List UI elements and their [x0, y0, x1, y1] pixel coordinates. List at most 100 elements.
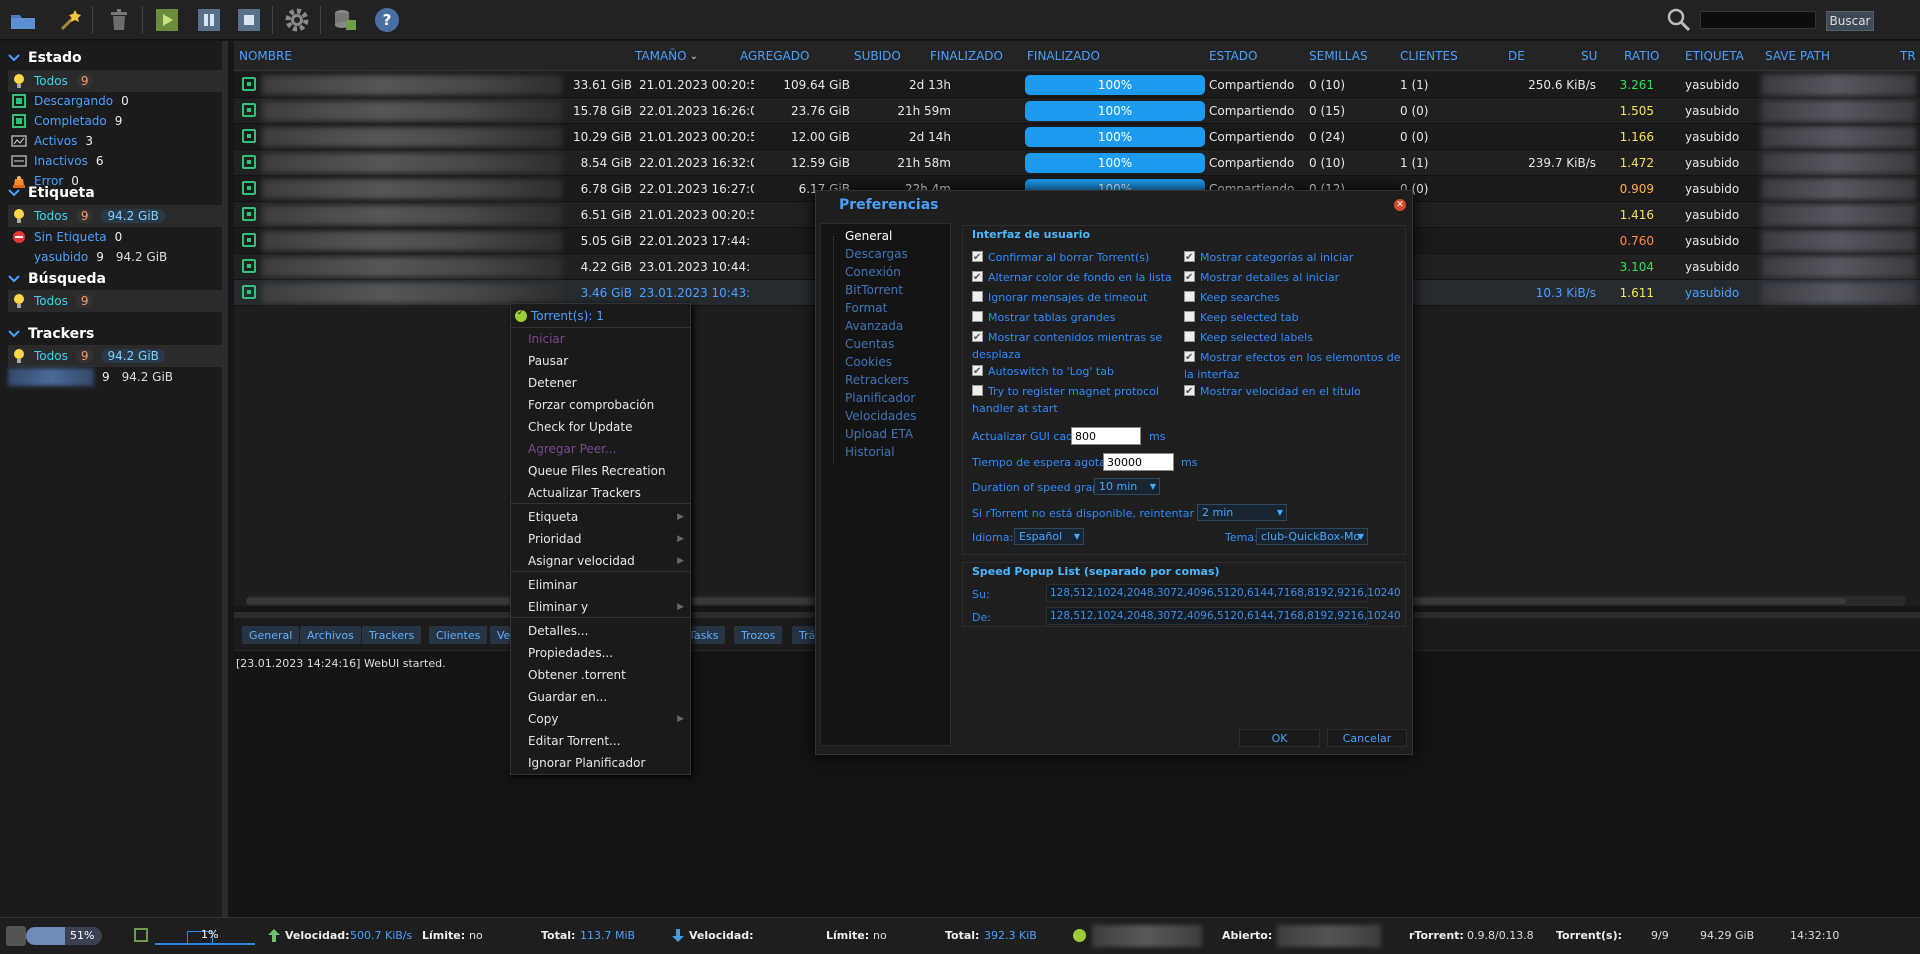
checkbox-checked[interactable]	[1184, 349, 1195, 366]
nav-descargas[interactable]: Descargas	[845, 247, 908, 261]
nav-avanzada[interactable]: Avanzada	[845, 319, 903, 333]
table-row[interactable]: 33.61 GiB 21.01.2023 00:20:59 109.64 GiB 2d…	[234, 72, 1920, 98]
menu-item-propiedades[interactable]: Propiedades...	[511, 642, 690, 664]
checkbox-checked[interactable]	[972, 363, 983, 380]
language-select[interactable]: Español ▼	[1014, 528, 1084, 545]
checkbox-unchecked[interactable]	[1184, 311, 1195, 322]
option-checkbox[interactable]: Keep searches	[1184, 289, 1404, 306]
pause-icon[interactable]	[194, 4, 224, 36]
col-nombre[interactable]: NOMBRE	[239, 41, 292, 71]
menu-item-guardar-en[interactable]: Guardar en...	[511, 686, 690, 708]
rss-plugin-icon[interactable]	[330, 4, 360, 36]
menu-item-forzar-comprobaci-n[interactable]: Forzar comprobación	[511, 394, 690, 416]
col-de[interactable]: DE	[1508, 41, 1525, 71]
search-input[interactable]	[1700, 11, 1816, 29]
section-etiqueta[interactable]: Etiqueta	[0, 181, 222, 205]
col-su[interactable]: SU	[1581, 41, 1597, 71]
filter-descargando[interactable]: Descargando 0	[8, 90, 222, 112]
help-icon[interactable]: ?	[372, 4, 402, 36]
option-checkbox[interactable]: Alternar color de fondo en la lista	[972, 269, 1172, 286]
tab-trozos[interactable]: Trozos	[734, 626, 783, 644]
menu-item-eliminar-y[interactable]: Eliminar y ▶	[511, 596, 690, 618]
retry-select[interactable]: 2 min ▼	[1197, 504, 1287, 521]
nav-planificador[interactable]: Planificador	[845, 391, 915, 405]
nav-velocidades[interactable]: Velocidades	[845, 409, 917, 423]
download-limit-value[interactable]: no	[873, 929, 887, 942]
label-sin-etiqueta[interactable]: Sin Etiqueta 0	[8, 226, 222, 248]
magic-wand-icon[interactable]	[56, 4, 86, 36]
checkbox-unchecked[interactable]	[972, 311, 983, 322]
gui-update-input[interactable]: 800	[1071, 427, 1141, 445]
cancel-button[interactable]: Cancelar	[1327, 729, 1407, 747]
checkbox-unchecked[interactable]	[972, 385, 983, 396]
menu-item-pausar[interactable]: Pausar	[511, 350, 690, 372]
nav-retrackers[interactable]: Retrackers	[845, 373, 909, 387]
option-checkbox[interactable]: Confirmar al borrar Torrent(s)	[972, 249, 1172, 266]
menu-item-ignorar-planificador[interactable]: Ignorar Planificador	[511, 752, 690, 774]
search-button[interactable]: Buscar	[1826, 11, 1874, 31]
option-checkbox[interactable]: Keep selected tab	[1184, 309, 1404, 326]
option-checkbox[interactable]: Mostrar categorías al iniciar	[1184, 249, 1404, 266]
col-save-path[interactable]: SAVE PATH	[1765, 41, 1830, 71]
close-icon[interactable]: ✕	[1394, 199, 1406, 211]
option-checkbox[interactable]: Try to register magnet protocol handler …	[972, 383, 1172, 417]
search-todos[interactable]: Todos 9	[8, 290, 222, 312]
col-agregado[interactable]: AGREGADO	[740, 41, 809, 71]
option-checkbox[interactable]: Mostrar efectos en los elemontos de la i…	[1184, 349, 1404, 383]
tab-trackers[interactable]: Trackers	[362, 626, 422, 644]
table-row[interactable]: 8.54 GiB 22.01.2023 16:32:01 12.59 GiB 21h …	[234, 150, 1920, 176]
menu-item-etiqueta[interactable]: Etiqueta ▶	[511, 506, 690, 528]
tracker-item[interactable]: 9 94.2 GiB	[8, 366, 222, 388]
option-checkbox[interactable]: Mostrar velocidad en el título	[1184, 383, 1404, 400]
checkbox-checked[interactable]	[972, 269, 983, 286]
tab-general[interactable]: General	[242, 626, 300, 644]
filter-inactivos[interactable]: Inactivos 6	[8, 150, 222, 172]
menu-item-eliminar[interactable]: Eliminar	[511, 574, 690, 596]
filter-completado[interactable]: Completado 9	[8, 110, 222, 132]
label-todos[interactable]: Todos 9 94.2 GiB	[8, 205, 222, 227]
nav-historial[interactable]: Historial	[845, 445, 895, 459]
option-checkbox[interactable]: Mostrar tablas grandes	[972, 309, 1172, 326]
nav-cookies[interactable]: Cookies	[845, 355, 892, 369]
stop-icon[interactable]	[234, 4, 264, 36]
start-icon[interactable]	[152, 4, 182, 36]
col-ratio[interactable]: RATIO	[1624, 41, 1659, 71]
down-speed-list-input[interactable]: 128,512,1024,2048,3072,4096,5120,6144,71…	[1046, 607, 1401, 625]
col-finalizado[interactable]: FINALIZADO	[930, 41, 1003, 71]
menu-item-copy[interactable]: Copy ▶	[511, 708, 690, 730]
section-estado[interactable]: Estado	[0, 46, 222, 70]
section-busqueda[interactable]: Búsqueda	[0, 267, 222, 291]
nav-bittorrent[interactable]: BitTorrent	[845, 283, 903, 297]
menu-item-detalles[interactable]: Detalles...	[511, 620, 690, 642]
menu-item-check-for-update[interactable]: Check for Update	[511, 416, 690, 438]
checkbox-checked[interactable]	[1184, 249, 1195, 266]
checkbox-unchecked[interactable]	[1184, 291, 1195, 302]
tracker-todos[interactable]: Todos 9 94.2 GiB	[8, 345, 222, 367]
nav-cuentas[interactable]: Cuentas	[845, 337, 894, 351]
menu-item-prioridad[interactable]: Prioridad ▶	[511, 528, 690, 550]
option-checkbox[interactable]: Keep selected labels	[1184, 329, 1404, 346]
option-checkbox[interactable]: Mostrar detalles al iniciar	[1184, 269, 1404, 286]
table-row[interactable]: 10.29 GiB 21.01.2023 00:20:58 12.00 GiB 2d …	[234, 124, 1920, 150]
option-checkbox[interactable]: Mostrar contenidos mientras se desplaza	[972, 329, 1172, 363]
checkbox-checked[interactable]	[972, 329, 983, 346]
timeout-input[interactable]: 30000	[1103, 453, 1174, 471]
checkbox-unchecked[interactable]	[972, 291, 983, 302]
col-semillas[interactable]: SEMILLAS	[1309, 41, 1368, 71]
col-tr[interactable]: TR	[1900, 41, 1916, 71]
tab-clientes[interactable]: Clientes	[429, 626, 488, 644]
section-trackers[interactable]: Trackers	[0, 322, 222, 346]
checkbox-checked[interactable]	[972, 249, 983, 266]
col-clientes[interactable]: CLIENTES	[1400, 41, 1458, 71]
checkbox-checked[interactable]	[1184, 383, 1195, 400]
speed-graph-select[interactable]: 10 min ▼	[1094, 478, 1160, 495]
nav-upload-eta[interactable]: Upload ETA	[845, 427, 913, 441]
up-speed-list-input[interactable]: 128,512,1024,2048,3072,4096,5120,6144,71…	[1046, 584, 1401, 602]
menu-item-obtener-torrent[interactable]: Obtener .torrent	[511, 664, 690, 686]
filter-todos[interactable]: Todos 9	[8, 70, 222, 92]
option-checkbox[interactable]: Autoswitch to 'Log' tab	[972, 363, 1172, 380]
upload-limit-value[interactable]: no	[469, 929, 483, 942]
checkbox-unchecked[interactable]	[1184, 331, 1195, 342]
ok-button[interactable]: OK	[1239, 729, 1320, 747]
nav-general[interactable]: General	[845, 229, 892, 243]
